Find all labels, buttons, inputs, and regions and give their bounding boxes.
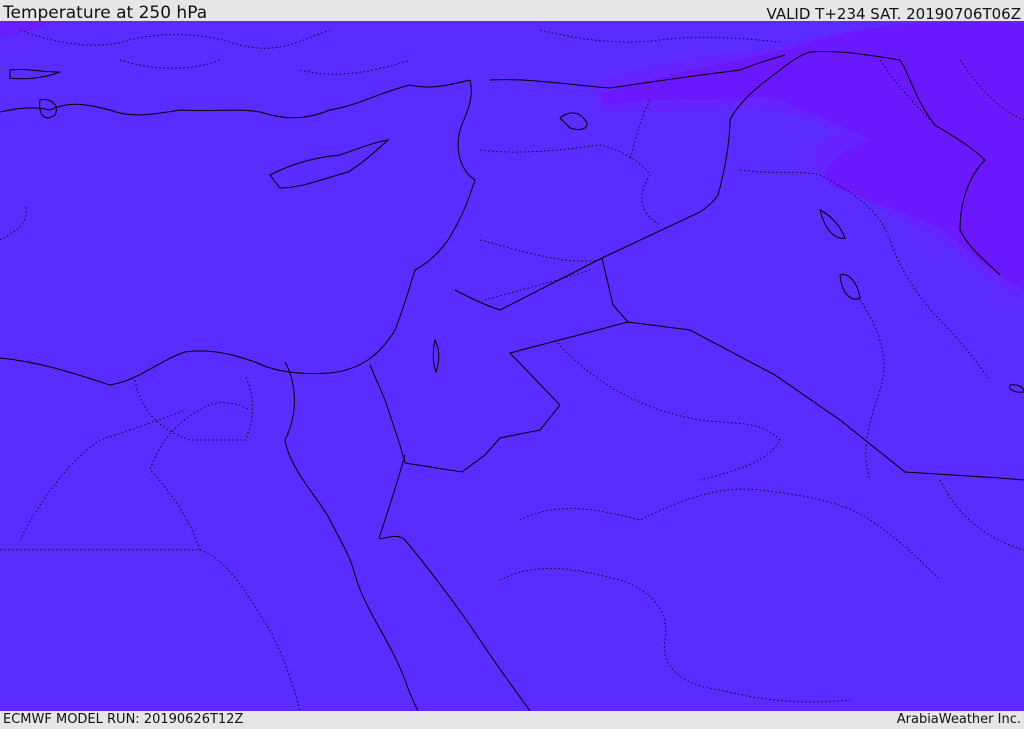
credit-text: ArabiaWeather Inc. [896, 712, 1021, 727]
footer-bar: ECMWF MODEL RUN: 20190626T12Z ArabiaWeat… [0, 711, 1024, 729]
model-run: ECMWF MODEL RUN: 20190626T12Z [3, 712, 244, 727]
temperature-map [0, 21, 1024, 711]
map-frame: Temperature at 250 hPa VALID T+234 SAT. … [0, 0, 1024, 729]
map-title: Temperature at 250 hPa [3, 3, 208, 23]
header-bar: Temperature at 250 hPa VALID T+234 SAT. … [0, 0, 1024, 23]
